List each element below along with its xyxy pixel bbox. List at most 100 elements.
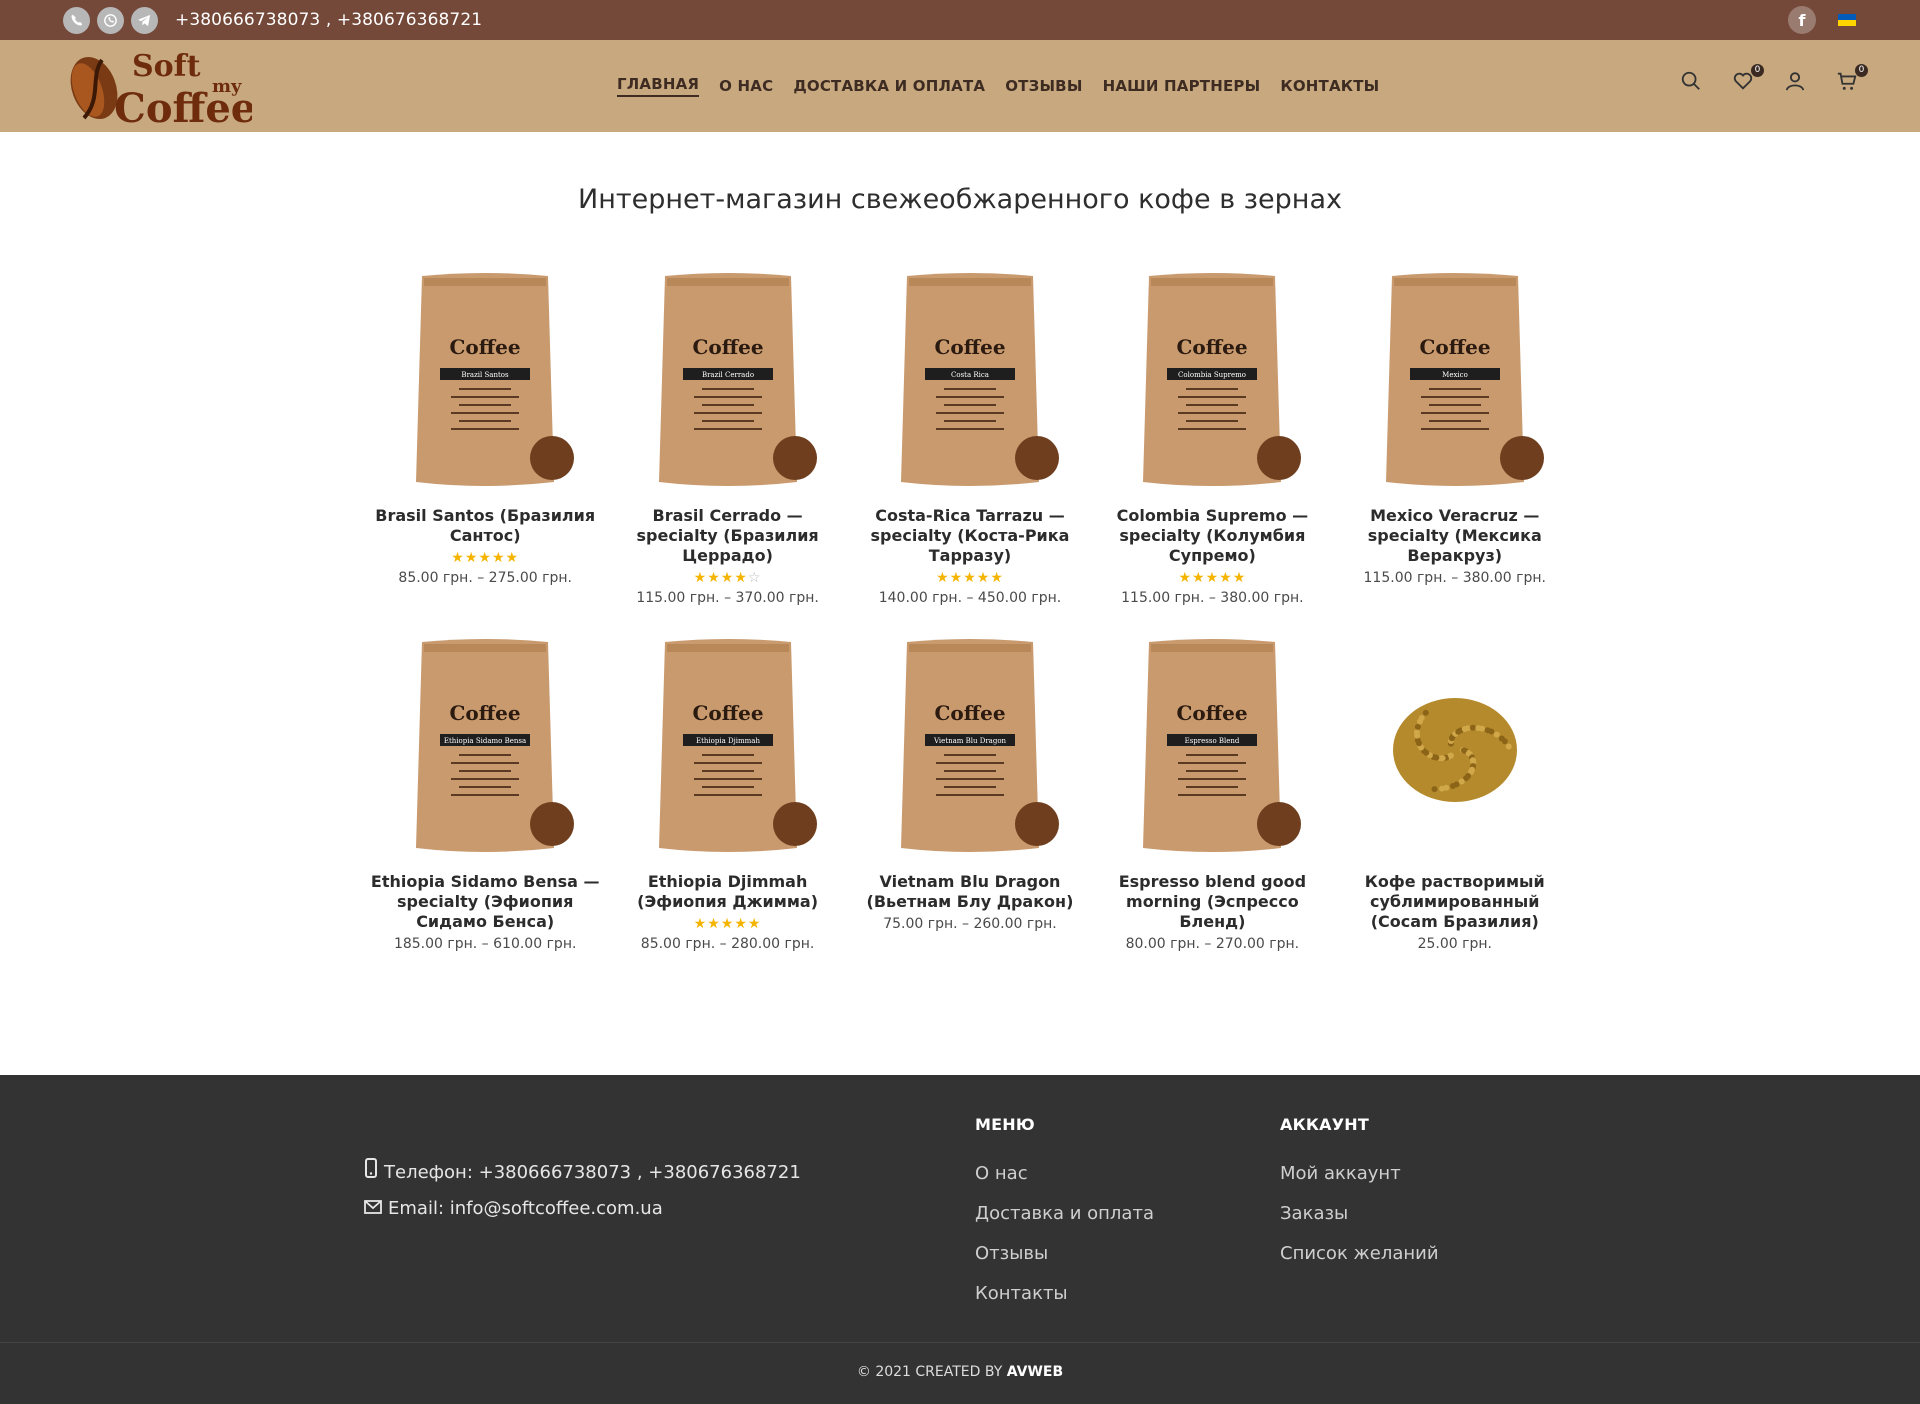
product-price: 115.00 грн. – 380.00 грн. bbox=[1121, 590, 1304, 606]
coffee-beans-image bbox=[1257, 802, 1302, 846]
product-card[interactable]: Coffee Brazil Cerrado Brasil Cerrado — spe… bbox=[606, 268, 848, 634]
coffee-bag-image[interactable]: Coffee Brazil Cerrado bbox=[607, 268, 849, 500]
logo-coffee: Coffee bbox=[114, 85, 252, 126]
ukraine-flag-icon[interactable] bbox=[1838, 14, 1856, 26]
top-phones: +380666738073 , +380676368721 bbox=[175, 10, 483, 30]
nav-about[interactable]: О НАС bbox=[719, 77, 773, 95]
product-name[interactable]: Brasil Cerrado — specialty (Бразилия Цер… bbox=[606, 506, 848, 566]
product-name[interactable]: Ethiopia Djimmah (Эфиопия Джимма) bbox=[606, 872, 848, 912]
product-name[interactable]: Кофе растворимый сублимированный (Cocam … bbox=[1334, 872, 1576, 932]
coffee-bag-image[interactable]: Coffee Mexico bbox=[1334, 268, 1576, 500]
product-price: 25.00 грн. bbox=[1417, 936, 1492, 952]
nav-delivery[interactable]: ДОСТАВКА И ОПЛАТА bbox=[793, 77, 985, 95]
star-empty-icon: ☆ bbox=[747, 570, 762, 586]
footer-link-about[interactable]: О нас bbox=[975, 1154, 1154, 1194]
bag-label-text: Espresso Blend bbox=[1185, 737, 1240, 745]
star-filled-icon: ★ bbox=[707, 570, 721, 586]
star-filled-icon: ★ bbox=[963, 570, 977, 586]
nav-contacts[interactable]: КОНТАКТЫ bbox=[1280, 77, 1379, 95]
rating-stars: ★★★★★ bbox=[849, 570, 1091, 586]
whatsapp-icon[interactable] bbox=[97, 6, 124, 34]
product-price: 115.00 грн. – 370.00 грн. bbox=[636, 590, 819, 606]
coffee-beans-image bbox=[772, 436, 817, 480]
instant-coffee-granules-image[interactable] bbox=[1334, 634, 1576, 866]
copyright: © 2021 CREATED BY AVWEB bbox=[0, 1364, 1920, 1380]
telegram-icon[interactable] bbox=[131, 6, 158, 34]
footer-link-delivery[interactable]: Доставка и оплата bbox=[975, 1194, 1154, 1234]
nav-partners[interactable]: НАШИ ПАРТНЕРЫ bbox=[1103, 77, 1261, 95]
star-filled-icon: ★ bbox=[505, 550, 520, 566]
bag-brand-text: Coffee bbox=[450, 701, 521, 725]
star-filled-icon: ★ bbox=[720, 916, 735, 932]
search-icon[interactable] bbox=[1680, 70, 1704, 94]
product-card[interactable]: Coffee Vietnam Blu Dragon Vietnam Blu Drag… bbox=[849, 634, 1091, 1000]
product-name[interactable]: Mexico Veracruz — specialty (Мексика Вер… bbox=[1334, 506, 1576, 566]
coffee-bag-image[interactable]: Coffee Colombia Supremo bbox=[1091, 268, 1333, 500]
footer-account: АККАУНТ Мой аккаунт Заказы Список желани… bbox=[1280, 1115, 1439, 1274]
star-filled-icon: ★ bbox=[693, 570, 708, 586]
star-filled-icon: ★ bbox=[720, 570, 735, 586]
footer-link-wishlist[interactable]: Список желаний bbox=[1280, 1234, 1439, 1274]
coffee-beans-image bbox=[1499, 436, 1544, 480]
page-title: Интернет-магазин свежеобжаренного кофе в… bbox=[578, 184, 1342, 215]
coffee-bag-image[interactable]: Coffee Vietnam Blu Dragon bbox=[849, 634, 1091, 866]
star-filled-icon: ★ bbox=[1219, 570, 1233, 586]
product-card[interactable]: Coffee Brazil Santos Brasil Santos (Бразил… bbox=[364, 268, 606, 634]
footer-email[interactable]: Email: info@softcoffee.com.ua bbox=[388, 1191, 663, 1227]
product-card[interactable]: Coffee Costa Rica Costa-Rica Tarrazu — spe… bbox=[849, 268, 1091, 634]
bag-brand-text: Coffee bbox=[934, 335, 1005, 359]
product-name[interactable]: Costa-Rica Tarrazu — specialty (Коста-Ри… bbox=[849, 506, 1091, 566]
product-name[interactable]: Brasil Santos (Бразилия Сантос) bbox=[364, 506, 606, 546]
product-price: 80.00 грн. – 270.00 грн. bbox=[1125, 936, 1300, 952]
product-name[interactable]: Espresso blend good morning (Эспрессо Бл… bbox=[1091, 872, 1333, 932]
product-name[interactable]: Vietnam Blu Dragon (Вьетнам Блу Дракон) bbox=[849, 872, 1091, 912]
coffee-bag-image[interactable]: Coffee Ethiopia Djimmah bbox=[607, 634, 849, 866]
star-filled-icon: ★ bbox=[707, 916, 721, 932]
viber-icon[interactable] bbox=[63, 6, 90, 34]
product-card[interactable]: Coffee Colombia Supremo Colombia Supremo —… bbox=[1091, 268, 1333, 634]
coffee-bag-image[interactable]: Coffee Costa Rica bbox=[849, 268, 1091, 500]
coffee-bag-image[interactable]: Coffee Ethiopia Sidamo Bensa bbox=[364, 634, 606, 866]
wishlist-count-badge: 0 bbox=[1751, 64, 1764, 77]
star-filled-icon: ★ bbox=[464, 550, 479, 566]
rating-stars: ★★★★★ bbox=[606, 916, 848, 932]
star-filled-icon: ★ bbox=[451, 550, 465, 566]
footer-link-reviews[interactable]: Отзывы bbox=[975, 1234, 1154, 1274]
cart-count-badge: 0 bbox=[1855, 64, 1868, 77]
rating-stars: ★★★★☆ bbox=[606, 570, 848, 586]
product-card[interactable]: Coffee Ethiopia Djimmah Ethiopia Djimmah (… bbox=[606, 634, 848, 1000]
bag-brand-text: Coffee bbox=[1177, 701, 1248, 725]
star-filled-icon: ★ bbox=[693, 916, 708, 932]
star-filled-icon: ★ bbox=[1205, 570, 1220, 586]
bag-label-text: Vietnam Blu Dragon bbox=[933, 737, 1007, 745]
product-card[interactable]: Coffee Espresso Blend Espresso blend good … bbox=[1091, 634, 1333, 1000]
copyright-brand[interactable]: AVWEB bbox=[1007, 1364, 1063, 1380]
product-card[interactable]: Coffee Ethiopia Sidamo Bensa Ethiopia Sida… bbox=[364, 634, 606, 1000]
nav-home[interactable]: ГЛАВНАЯ bbox=[617, 75, 700, 97]
footer-link-my-account[interactable]: Мой аккаунт bbox=[1280, 1154, 1439, 1194]
softcoffee-logo[interactable]: Soft my Coffee bbox=[62, 46, 252, 126]
facebook-icon[interactable]: f bbox=[1788, 6, 1816, 34]
logo-soft: Soft bbox=[132, 49, 201, 84]
product-card[interactable]: Coffee Mexico Mexico Veracruz — specialty … bbox=[1334, 268, 1576, 634]
footer-link-contacts[interactable]: Контакты bbox=[975, 1274, 1154, 1314]
coffee-beans-image bbox=[530, 802, 575, 846]
product-name[interactable]: Ethiopia Sidamo Bensa — specialty (Эфиоп… bbox=[364, 872, 606, 932]
account-icon[interactable] bbox=[1784, 70, 1808, 94]
phone-icon bbox=[364, 1155, 378, 1191]
cart-icon[interactable]: 0 bbox=[1836, 64, 1868, 94]
main-header: Soft my Coffee ГЛАВНАЯ О НАС ДОСТАВКА И … bbox=[0, 40, 1920, 132]
rating-stars: ★★★★★ bbox=[1091, 570, 1333, 586]
footer-link-orders[interactable]: Заказы bbox=[1280, 1194, 1439, 1234]
bag-label-text: Colombia Supremo bbox=[1178, 371, 1246, 379]
footer-phone[interactable]: Телефон: +380666738073 , +380676368721 bbox=[384, 1155, 801, 1191]
product-card[interactable]: Кофе растворимый сублимированный (Cocam … bbox=[1334, 634, 1576, 1000]
bag-label-text: Costa Rica bbox=[951, 371, 989, 379]
coffee-bag-image[interactable]: Coffee Brazil Santos bbox=[364, 268, 606, 500]
coffee-beans-image bbox=[1014, 802, 1059, 846]
nav-reviews[interactable]: ОТЗЫВЫ bbox=[1005, 77, 1082, 95]
star-filled-icon: ★ bbox=[1232, 570, 1247, 586]
coffee-bag-image[interactable]: Coffee Espresso Blend bbox=[1091, 634, 1333, 866]
product-name[interactable]: Colombia Supremo — specialty (Колумбия С… bbox=[1091, 506, 1333, 566]
wishlist-icon[interactable]: 0 bbox=[1732, 64, 1764, 94]
